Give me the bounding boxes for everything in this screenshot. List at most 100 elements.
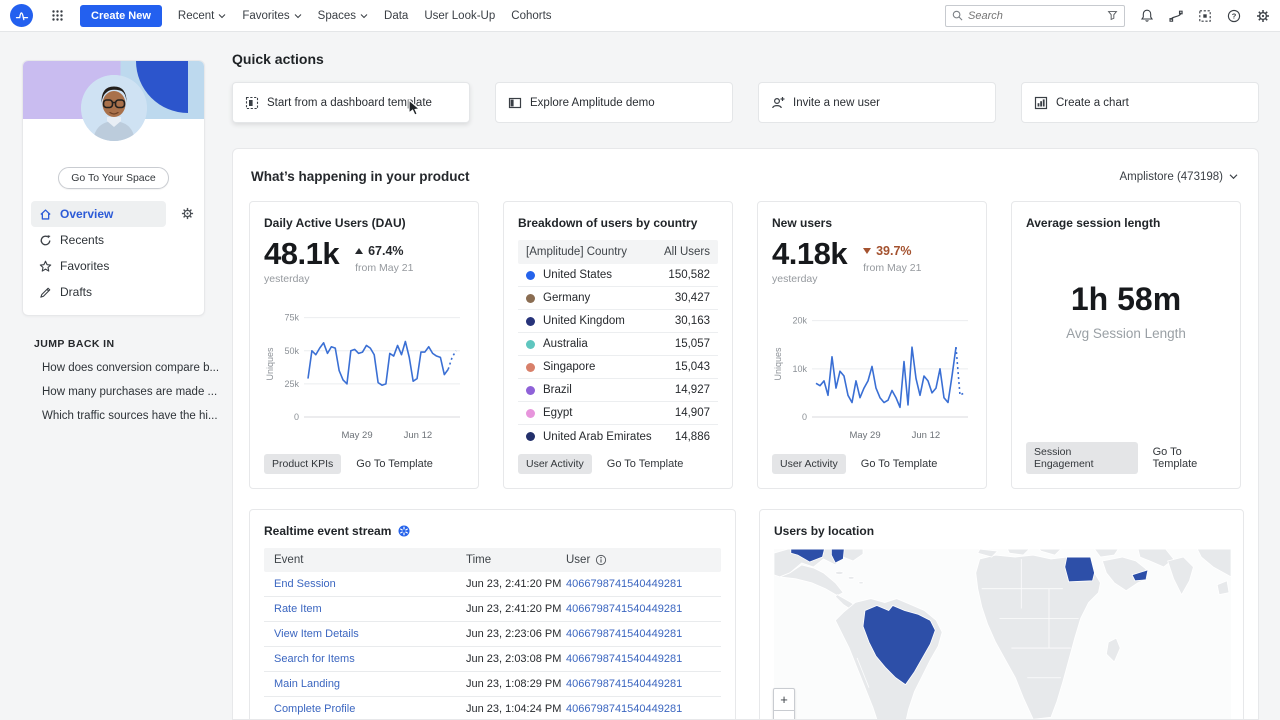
bell-icon[interactable] [1140,9,1154,23]
svg-text:0: 0 [802,412,807,422]
user-id-link[interactable]: 4066798741540449281 [566,603,711,615]
dau-title: Daily Active Users (DAU) [264,216,464,230]
create-chart-icon [1034,96,1048,110]
jump-back-in-section: JUMP BACK IN How does conversion compare… [22,338,205,422]
project-selector[interactable]: Amplistore (473198) [1119,171,1238,183]
quick-action-explore-demo[interactable]: Explore Amplitude demo [495,82,733,123]
country-row[interactable]: United Kingdom30,163 [518,310,718,333]
map-zoom-in-button[interactable]: + [773,688,795,710]
series-dot [526,317,535,326]
svg-text:Jun 12: Jun 12 [404,430,433,441]
svg-text:0: 0 [294,412,299,422]
sidebar-item-overview[interactable]: Overview [31,201,166,227]
amplitude-logo-icon[interactable] [10,4,33,27]
sidebar-item-drafts[interactable]: Drafts [31,279,166,305]
menu-recent[interactable]: Recent [178,10,226,22]
gear-icon[interactable] [1256,9,1270,23]
sidebar-item-favorites[interactable]: Favorites [31,253,166,279]
new-users-delta-caption: from May 21 [863,262,921,274]
event-link[interactable]: Main Landing [274,678,466,690]
dau-template-link[interactable]: Go To Template [356,458,433,470]
go-to-space-button[interactable]: Go To Your Space [58,167,168,189]
session-tag[interactable]: Session Engagement [1026,442,1138,474]
map-zoom-out-button[interactable]: − [773,710,795,720]
new-users-delta: 39.7% [863,244,921,258]
menu-user-lookup[interactable]: User Look-Up [424,10,495,22]
event-stream-title: Realtime event stream [264,524,391,538]
series-dot [526,432,535,441]
delta-up-icon [355,248,363,254]
event-link[interactable]: Search for Items [274,653,466,665]
event-row: Search for ItemsJun 23, 2:03:08 PM406679… [264,647,721,672]
session-length-card: Average session length 1h 58m Avg Sessio… [1011,201,1241,489]
pathfinder-icon[interactable] [1169,9,1183,23]
event-link[interactable]: End Session [274,578,466,590]
dau-card: Daily Active Users (DAU) 48.1k yesterday… [249,201,479,489]
country-row[interactable]: Germany30,427 [518,287,718,310]
new-users-tag[interactable]: User Activity [772,454,846,474]
menu-favorites[interactable]: Favorites [242,10,301,22]
event-row: Main LandingJun 23, 1:08:29 PM4066798741… [264,672,721,697]
country-tag[interactable]: User Activity [518,454,592,474]
event-link[interactable]: Rate Item [274,603,466,615]
search-input[interactable] [968,10,1102,22]
country-row[interactable]: United States150,582 [518,264,718,287]
create-new-button[interactable]: Create New [80,5,162,27]
jump-item-purchases[interactable]: How many purchases are made ... [34,385,205,398]
country-row[interactable]: Singapore15,043 [518,356,718,379]
sidebar-item-recents[interactable]: Recents [31,227,166,253]
product-overview-panel: What’s happening in your product Amplist… [232,148,1259,720]
country-row[interactable]: United Arab Emirates14,886 [518,425,718,448]
kpi-card-row: Daily Active Users (DAU) 48.1k yesterday… [249,201,1241,489]
dau-delta: 67.4% [355,244,413,258]
svg-text:?: ? [1232,11,1237,20]
jump-item-conversion[interactable]: How does conversion compare b... [34,361,205,374]
user-id-link[interactable]: 4066798741540449281 [566,578,711,590]
users-by-location-card: Users by location [759,509,1244,720]
dashed-select-icon[interactable] [1198,9,1212,23]
event-link[interactable]: Complete Profile [274,703,466,715]
delta-down-icon [863,248,871,254]
info-icon[interactable] [595,554,607,566]
country-row[interactable]: Egypt14,907 [518,402,718,425]
chevron-down-icon [360,13,368,19]
quick-actions-title: Quick actions [232,51,324,67]
event-row: End SessionJun 23, 2:41:20 PM40667987415… [264,572,721,597]
world-map[interactable] [774,548,1229,720]
live-indicator-icon [398,525,410,537]
new-users-line-chart: 20k10k0UniquesMay 29Jun 12 [772,301,972,454]
jump-item-traffic-sources[interactable]: Which traffic sources have the hi... [34,409,205,422]
avatar[interactable] [81,75,147,141]
session-template-link[interactable]: Go To Template [1153,446,1226,470]
new-users-value-caption: yesterday [772,273,847,285]
svg-text:25k: 25k [284,379,299,389]
quick-action-create-chart[interactable]: Create a chart [1021,82,1259,123]
dashboard-template-icon [245,96,259,110]
dau-value-caption: yesterday [264,273,339,285]
menu-data[interactable]: Data [384,10,408,22]
user-id-link[interactable]: 4066798741540449281 [566,628,711,640]
user-id-link[interactable]: 4066798741540449281 [566,653,711,665]
event-link[interactable]: View Item Details [274,628,466,640]
pencil-icon [39,286,52,299]
dau-line-chart: 75k50k25k0UniquesMay 29Jun 12 [264,301,464,454]
country-row[interactable]: Brazil14,927 [518,379,718,402]
quick-action-dashboard-template[interactable]: Start from a dashboard template [232,82,470,123]
help-icon[interactable]: ? [1227,9,1241,23]
user-id-link[interactable]: 4066798741540449281 [566,678,711,690]
country-template-link[interactable]: Go To Template [607,458,684,470]
sidebar-gear-icon[interactable] [181,207,194,225]
dau-tag[interactable]: Product KPIs [264,454,341,474]
series-dot [526,363,535,372]
chevron-down-icon [1229,173,1238,180]
quick-action-invite-user[interactable]: Invite a new user [758,82,996,123]
svg-text:10k: 10k [792,364,807,374]
country-row[interactable]: Australia15,057 [518,333,718,356]
new-users-template-link[interactable]: Go To Template [861,458,938,470]
menu-cohorts[interactable]: Cohorts [511,10,551,22]
filter-funnel-icon[interactable] [1107,10,1118,21]
search-box[interactable] [945,5,1125,27]
menu-spaces[interactable]: Spaces [318,10,368,22]
user-id-link[interactable]: 4066798741540449281 [566,703,711,715]
app-grid-icon[interactable] [51,9,64,22]
